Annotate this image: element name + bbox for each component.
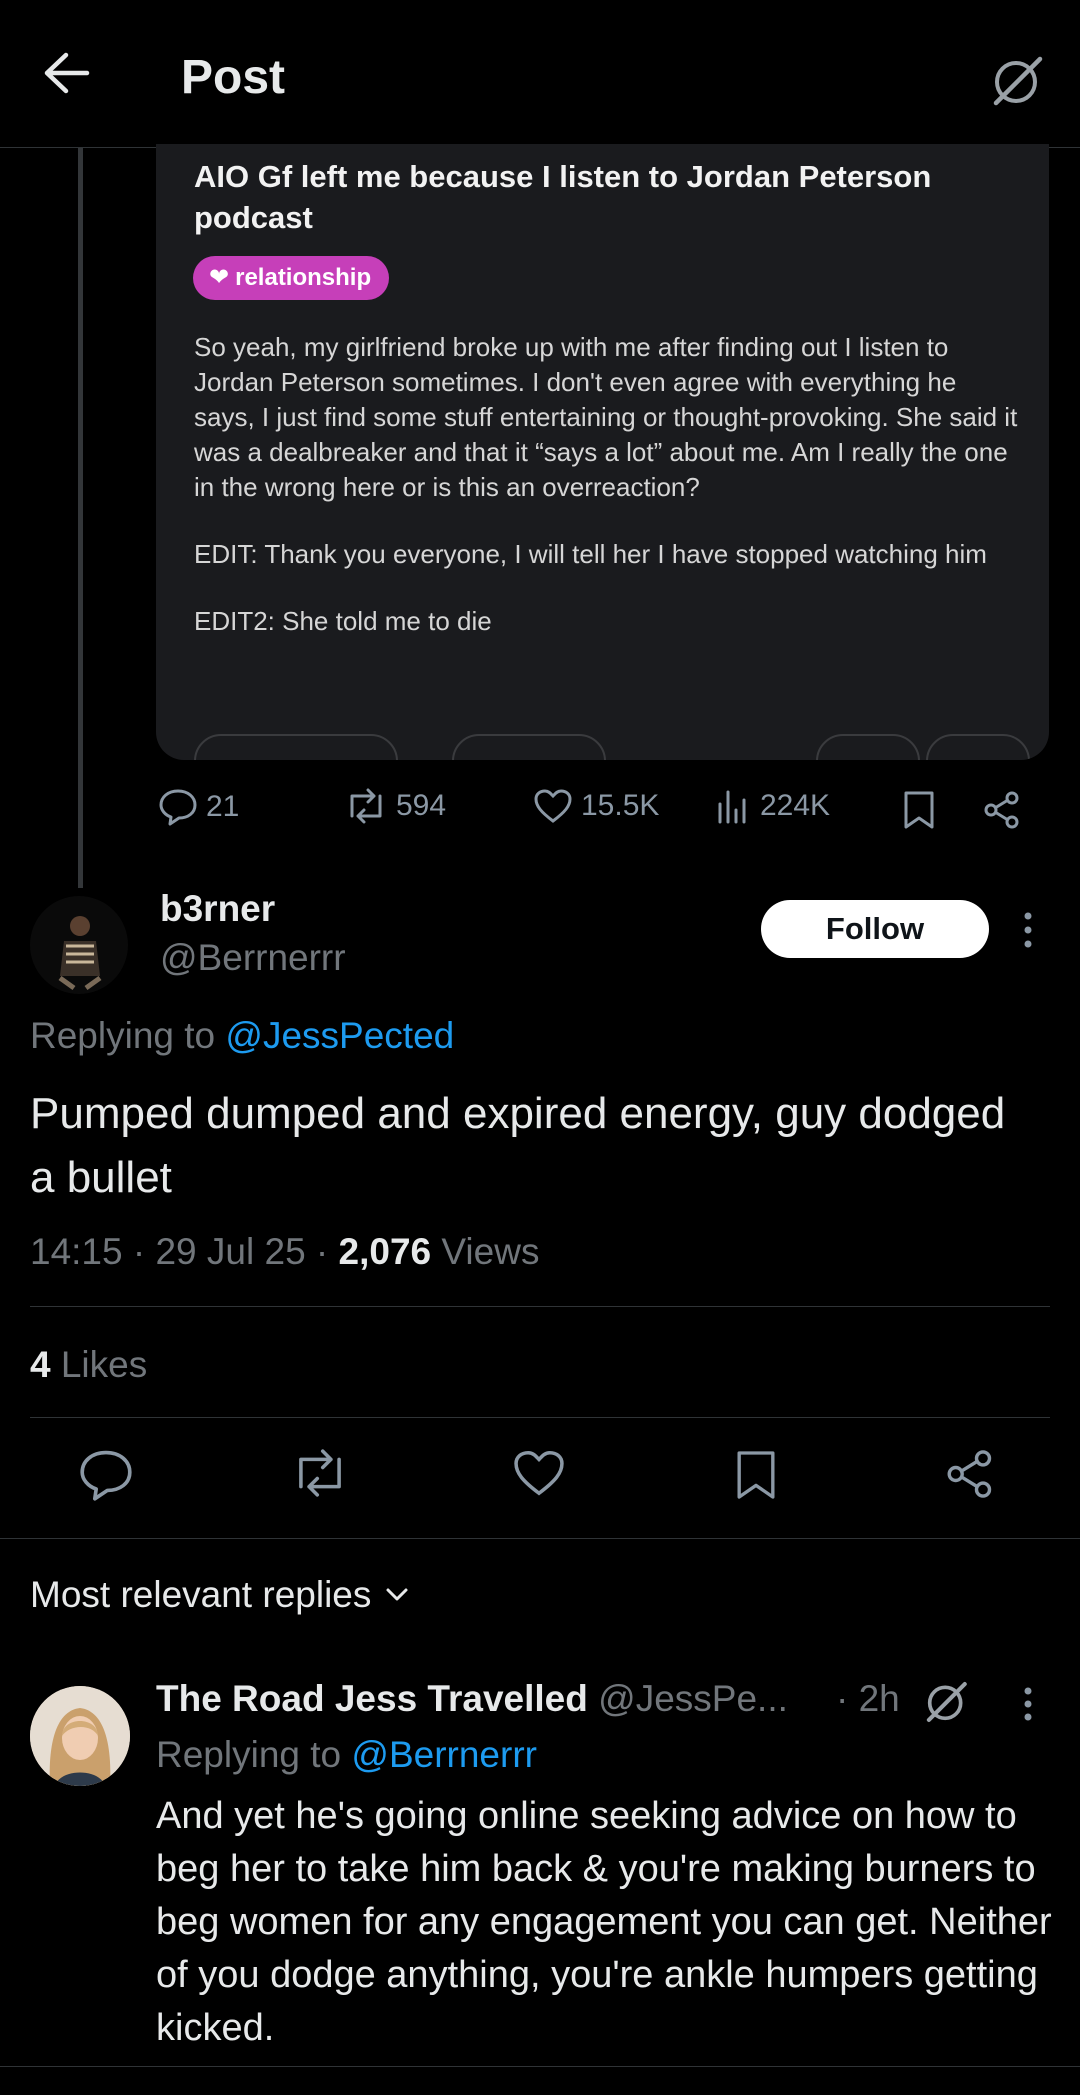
post-time[interactable]: 14:15 — [30, 1231, 123, 1272]
author-name[interactable]: b3rner — [160, 888, 275, 930]
like-icon — [534, 789, 572, 823]
replying-to-line: Replying to @JessPected — [30, 1015, 454, 1057]
share-pill — [926, 734, 1030, 760]
comment-pill — [452, 734, 606, 760]
share-icon[interactable] — [944, 1448, 1004, 1508]
post-meta: 14:15 · 29 Jul 25 · 2,076 Views — [30, 1231, 540, 1272]
replying-prefix: Replying to — [30, 1015, 216, 1056]
repost-icon — [350, 788, 382, 824]
divider — [30, 1417, 1050, 1418]
likes-count: 4 — [30, 1344, 51, 1385]
reply-replying-to-handle[interactable]: @Berrnerrr — [351, 1734, 537, 1775]
flair-label: relationship — [235, 264, 372, 291]
sort-label: Most relevant replies — [30, 1574, 372, 1615]
divider — [0, 2066, 1080, 2067]
share-icon[interactable] — [982, 790, 1022, 830]
vote-pill — [194, 734, 398, 760]
post-date[interactable]: 29 Jul 25 — [155, 1231, 305, 1272]
repost-icon[interactable] — [290, 1448, 350, 1508]
comment-icon[interactable] — [78, 1448, 138, 1508]
post-text: Pumped dumped and expired energy, guy do… — [30, 1089, 1006, 1202]
bookmark-icon[interactable] — [734, 1448, 794, 1508]
reply-author-handle[interactable]: @JessPe... — [598, 1678, 788, 1719]
embed-title: AIO Gf left me because I listen to Jorda… — [194, 159, 932, 235]
grok-icon[interactable] — [924, 1680, 968, 1724]
reply-author-name[interactable]: The Road Jess Travelled — [156, 1678, 588, 1719]
replies-sort-dropdown[interactable]: Most relevant replies — [30, 1574, 409, 1616]
likes-summary[interactable]: 4 Likes — [30, 1344, 147, 1386]
likes-label: Likes — [60, 1344, 148, 1385]
page-title: Post — [181, 51, 286, 104]
divider — [30, 1306, 1050, 1307]
section-divider — [0, 1538, 1080, 1539]
embed-body: So yeah, my girlfriend broke up with me … — [194, 330, 1024, 639]
post-views-count: 2,076 — [338, 1231, 432, 1272]
reply-header: The Road Jess Travelled @JessPe... — [156, 1678, 788, 1720]
embed-edit-2: EDIT2: She told me to die — [194, 606, 492, 636]
quoted-post-image[interactable]: AIO Gf left me because I listen to Jorda… — [156, 144, 1049, 760]
follow-button[interactable]: Follow — [761, 900, 989, 958]
heart-icon: ❤ — [209, 264, 230, 291]
chevron-down-icon — [386, 1588, 408, 1601]
embed-paragraph: So yeah, my girlfriend broke up with me … — [194, 332, 1018, 502]
replying-to-handle[interactable]: @JessPected — [225, 1015, 454, 1056]
views-icon — [718, 790, 746, 824]
grok-icon[interactable] — [990, 55, 1044, 107]
reply-replying-to-line: Replying to @Berrnerrr — [156, 1734, 537, 1776]
embed-edit-1: EDIT: Thank you everyone, I will tell he… — [194, 539, 987, 569]
post-views-label: Views — [441, 1231, 540, 1272]
reply-count[interactable]: 21 — [158, 788, 239, 826]
like-icon[interactable] — [512, 1448, 572, 1508]
view-count[interactable]: 224K — [716, 788, 830, 824]
repost-count[interactable]: 594 — [344, 788, 446, 824]
award-pill — [816, 734, 920, 760]
like-count[interactable]: 15.5K — [533, 788, 659, 824]
bookmark-icon[interactable] — [902, 790, 936, 830]
more-icon[interactable] — [1020, 1686, 1036, 1722]
author-handle[interactable]: @Berrnerrr — [160, 937, 346, 979]
avatar[interactable] — [30, 896, 128, 994]
reply-avatar[interactable] — [30, 1686, 130, 1786]
thread-line — [78, 148, 83, 888]
top-bar: Post — [0, 0, 1080, 148]
flair-badge: ❤ relationship — [193, 256, 390, 300]
more-icon[interactable] — [1020, 910, 1036, 950]
reply-age[interactable]: · 2h — [836, 1678, 900, 1720]
reply-text: And yet he's going online seeking advice… — [156, 1795, 1052, 2049]
reply-replying-prefix: Replying to — [156, 1734, 342, 1775]
comment-icon — [159, 789, 197, 826]
back-arrow-icon[interactable] — [44, 52, 90, 94]
